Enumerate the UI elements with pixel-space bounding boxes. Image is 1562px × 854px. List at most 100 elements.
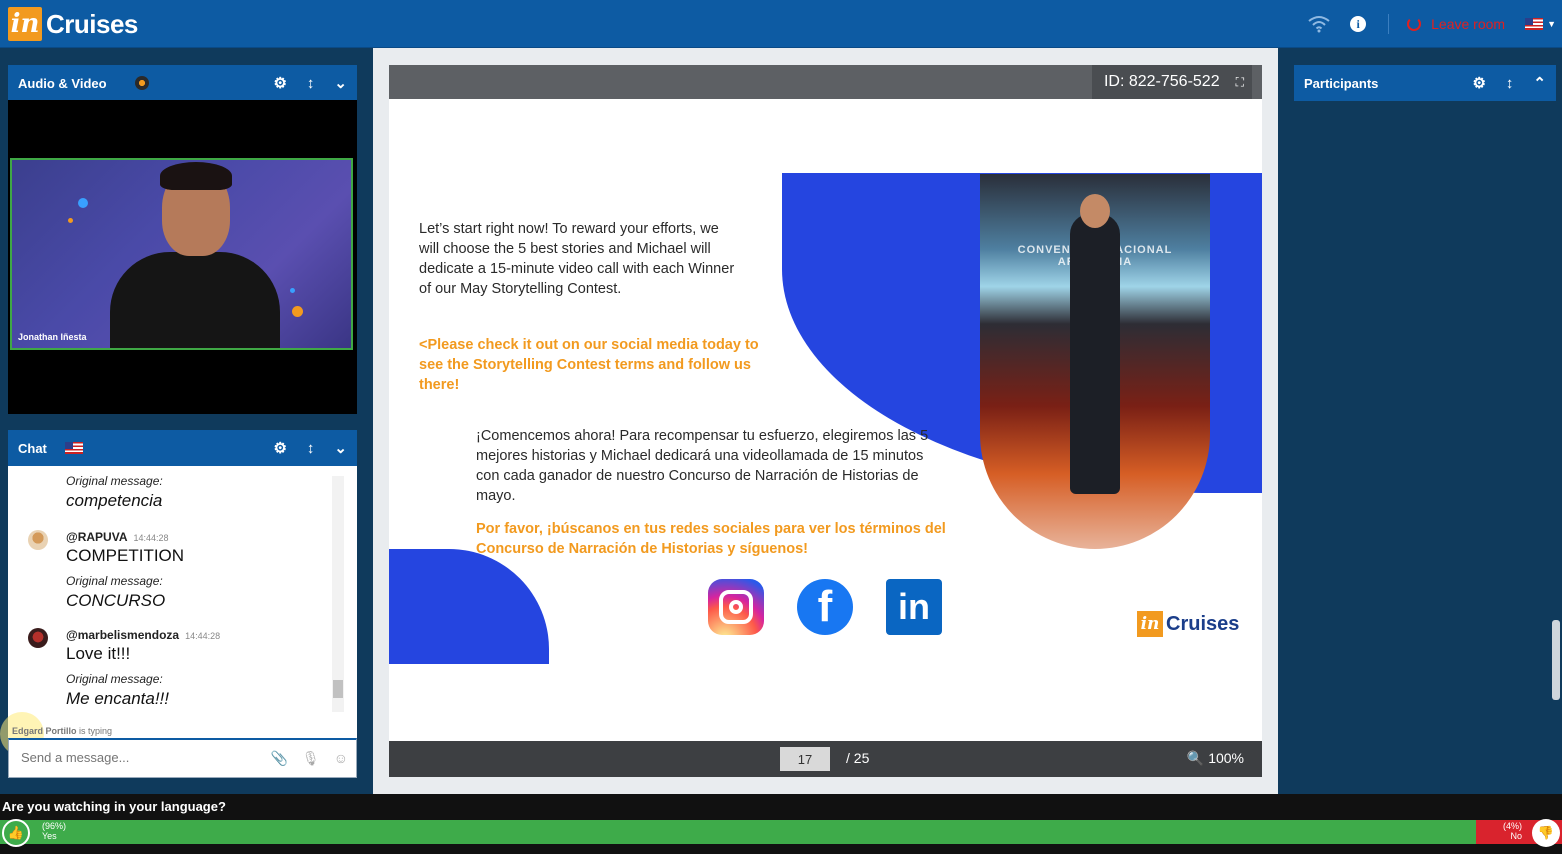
chat-messages[interactable]: Original message: competencia @RAPUVA 14:… xyxy=(8,466,357,738)
message-author[interactable]: @RAPUVA xyxy=(66,530,127,544)
slide-toolbar-bottom: 17 / 25 🔍 100% xyxy=(389,741,1262,777)
us-flag-icon[interactable] xyxy=(64,442,83,454)
facebook-icon: f xyxy=(797,579,853,635)
logo-text: Cruises xyxy=(46,8,138,39)
chevron-down-icon[interactable]: ⌄ xyxy=(334,441,347,456)
zoom-control[interactable]: 🔍 100% xyxy=(1187,750,1244,767)
original-message-label: Original message: xyxy=(66,474,163,488)
slide-blue-shape-left xyxy=(389,549,549,664)
chat-title: Chat xyxy=(18,440,47,456)
avatar xyxy=(28,628,48,648)
chat-message: @marbelismendoza 14:44:28 Love it!!! Orig… xyxy=(8,626,328,709)
poll-no-label: (4%) No xyxy=(1503,821,1522,841)
slide-spanish-cta: Por favor, ¡búscanos en tus redes social… xyxy=(476,521,946,557)
decor-dot xyxy=(290,288,295,293)
original-message-text: Me encanta!!! xyxy=(66,689,170,708)
divider xyxy=(1388,14,1390,34)
logo-in-mark: in xyxy=(8,7,42,41)
instagram-icon xyxy=(708,579,764,635)
leave-room-label: Leave room xyxy=(1431,16,1506,32)
avatar xyxy=(28,530,48,550)
decor-dot xyxy=(68,218,73,223)
microphone-icon[interactable]: 🎙 xyxy=(302,750,320,767)
presenter-head xyxy=(1080,194,1110,228)
presentation-slide: CONVENCION NACIONAL ARGENTINA Let’s star… xyxy=(389,99,1262,741)
chevron-down-icon[interactable]: ▼ xyxy=(1547,19,1556,29)
message-time: 14:44:28 xyxy=(185,631,221,641)
thumbs-down-icon[interactable]: 👎 xyxy=(1532,819,1560,847)
resize-icon[interactable]: ↕ xyxy=(307,441,315,456)
power-icon xyxy=(1407,17,1422,31)
participants-header: Participants ⚙ ↕ ⌃ xyxy=(1294,65,1556,101)
resize-icon[interactable]: ↕ xyxy=(307,76,315,91)
slide-english-cta: <Please check it out on our social media… xyxy=(419,337,759,393)
original-message-label: Original message: xyxy=(66,672,163,686)
speaker-name: Jonathan Iñesta xyxy=(18,332,87,342)
chat-scrollbar[interactable] xyxy=(332,476,344,712)
poll-bar: Are you watching in your language? 👍 (96… xyxy=(0,794,1562,854)
fullscreen-icon[interactable]: ⛶ xyxy=(1236,75,1244,90)
message-text: Love it!!! xyxy=(66,644,131,663)
slide-toolbar-top: ID: 822-756-522 ⛶ xyxy=(389,65,1262,99)
poll-yes-text: Yes xyxy=(42,831,57,841)
top-bar: in Cruises i Leave room ▼ xyxy=(0,0,1562,48)
video-area: Jonathan Iñesta xyxy=(8,100,357,414)
presentation-area: ID: 822-756-522 ⛶ CONVENCION NACIONAL AR… xyxy=(373,48,1278,794)
slide-logo: in Cruises xyxy=(1137,611,1239,637)
wifi-icon xyxy=(1308,16,1330,33)
speaker-video[interactable]: Jonathan Iñesta xyxy=(10,158,353,350)
page-number-input[interactable]: 17 xyxy=(780,747,830,771)
message-text: COMPETITION xyxy=(66,546,185,565)
slide-logo-text: Cruises xyxy=(1166,612,1240,635)
slide-english-text: Let’s start right now! To reward your ef… xyxy=(419,221,735,297)
chevron-down-icon[interactable]: ⌄ xyxy=(334,76,347,91)
thumbs-up-icon[interactable]: 👍 xyxy=(2,819,30,847)
us-flag-icon[interactable] xyxy=(1525,18,1544,30)
original-message-text: CONCURSO xyxy=(66,591,166,610)
scrollbar-thumb[interactable] xyxy=(333,680,343,698)
leave-room-button[interactable]: Leave room xyxy=(1407,16,1505,32)
typing-user: Edgard Portillo xyxy=(12,726,77,736)
poll-no-pct: (4%) xyxy=(1502,821,1522,831)
poll-yes-pct: (96%) xyxy=(42,821,67,831)
presenter-figure xyxy=(1070,214,1120,494)
chat-message: Original message: competencia xyxy=(8,474,328,511)
speaker-hair xyxy=(160,162,232,190)
resize-icon[interactable]: ↕ xyxy=(1506,76,1514,91)
gear-icon[interactable]: ⚙ xyxy=(273,76,286,91)
original-message-text: competencia xyxy=(66,491,163,510)
app-logo: in Cruises xyxy=(8,6,138,42)
typing-indicator: Edgard Portillo is typing xyxy=(12,726,112,736)
poll-question: Are you watching in your language? xyxy=(2,799,226,814)
poll-results: 👍 (96%) Yes (4%) No 👎 xyxy=(0,819,1562,847)
page-scrollbar[interactable] xyxy=(1552,620,1560,700)
speaker-body xyxy=(110,252,280,348)
chat-input-box: 📎 🎙 ☺ xyxy=(8,738,357,778)
message-author[interactable]: @marbelismendoza xyxy=(66,628,179,642)
poll-no-text: No xyxy=(1510,831,1522,841)
original-message-label: Original message: xyxy=(66,574,163,588)
emoji-icon[interactable]: ☺ xyxy=(334,750,348,767)
poll-yes-label: (96%) Yes xyxy=(42,821,66,841)
audio-video-title: Audio & Video xyxy=(18,75,107,91)
audio-video-header: Audio & Video ⚙ ↕ ⌄ xyxy=(8,65,357,101)
message-time: 14:44:28 xyxy=(133,533,169,543)
meeting-id-label: ID: 822-756-522 xyxy=(1103,73,1220,90)
participants-title: Participants xyxy=(1304,75,1379,91)
decor-dot xyxy=(292,306,303,317)
attachment-icon[interactable]: 📎 xyxy=(270,750,287,767)
typing-suffix: is typing xyxy=(79,726,113,736)
info-icon[interactable]: i xyxy=(1350,16,1367,32)
decor-dot xyxy=(78,198,88,208)
slide-logo-mark: in xyxy=(1137,611,1163,637)
slide-photo: CONVENCION NACIONAL ARGENTINA xyxy=(980,174,1210,549)
zoom-icon: 🔍 xyxy=(1186,750,1205,766)
linkedin-icon: in xyxy=(886,579,942,635)
chat-message-input[interactable] xyxy=(21,750,261,765)
gear-icon[interactable]: ⚙ xyxy=(273,441,286,456)
gear-icon[interactable]: ⚙ xyxy=(1472,76,1485,91)
chat-message: @RAPUVA 14:44:28 COMPETITION Original mes… xyxy=(8,528,328,611)
chat-header: Chat ⚙ ↕ ⌄ xyxy=(8,430,357,466)
chevron-up-icon[interactable]: ⌃ xyxy=(1533,76,1546,91)
slide-spanish-text: ¡Comencemos ahora! Para recompensar tu e… xyxy=(476,428,929,504)
